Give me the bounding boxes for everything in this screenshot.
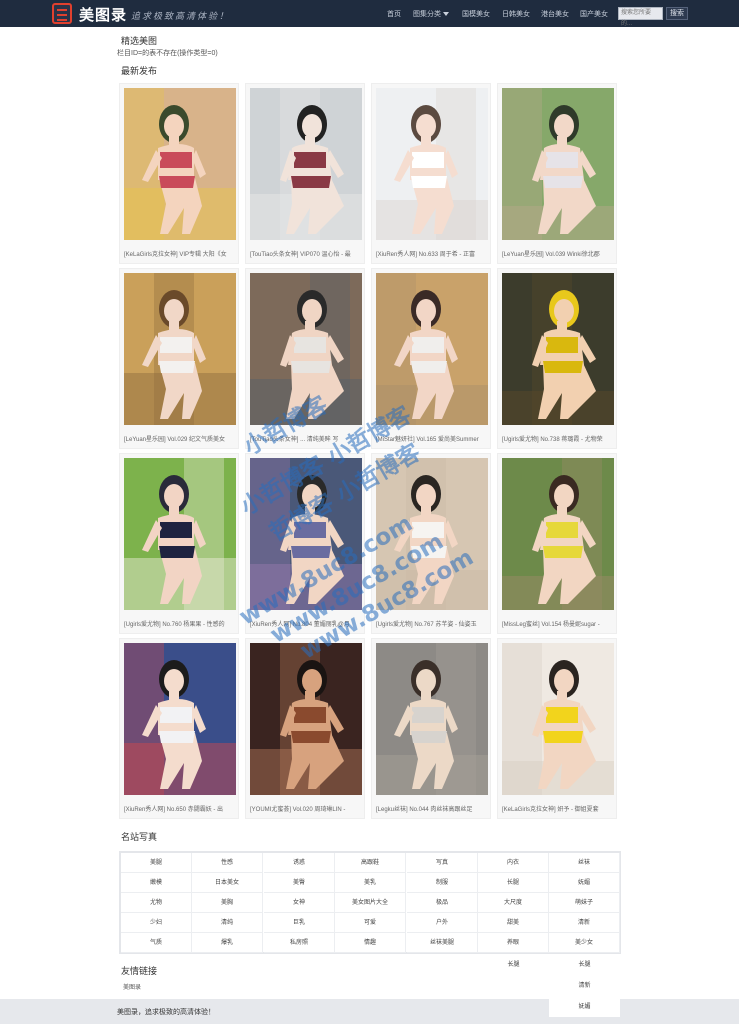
gallery-caption[interactable]: [Ugirls爱尤物] No.738 蒋璐霞 - 尤物荣 [502, 434, 614, 443]
tag-link[interactable]: 户外 [407, 913, 478, 933]
nav-home[interactable]: 首页 [387, 9, 401, 19]
tag-link[interactable]: 清新 [549, 913, 620, 933]
tag-link[interactable]: 清新 [549, 976, 620, 996]
gallery-card[interactable]: [YOUMI尤蜜荟] Vol.020 周琦琳LIN - [245, 638, 365, 819]
nav-japan-korea[interactable]: 日韩美女 [502, 9, 530, 19]
nav-hk-taiwan[interactable]: 港台美女 [541, 9, 569, 19]
search-button[interactable]: 搜索 [666, 7, 688, 20]
top-navbar: 美图录 追求极致高清体验！ 首页 图集分类 国模美女 日韩美女 港台美女 国产美… [0, 0, 739, 27]
tag-link[interactable]: 美少女 [549, 933, 620, 953]
gallery-card[interactable]: [TouTiao头条女神] VIP070 温心怡 - 最 [245, 83, 365, 264]
tag-link[interactable]: 内衣 [478, 853, 549, 873]
site-name[interactable]: 美图录 [79, 4, 127, 25]
tag-link[interactable]: 长腿 [549, 955, 620, 975]
tag-link[interactable]: 美乳 [335, 873, 406, 893]
gallery-card[interactable]: [MissLeg蜜丝] Vol.154 杨曼妮sugar - [497, 453, 617, 634]
tag-link[interactable]: 性感 [192, 853, 263, 873]
gallery-card[interactable]: [XiuRen秀人网] No.633 周于希 - 正富 [371, 83, 491, 264]
tag-link[interactable]: 美胸 [192, 893, 263, 913]
gallery-caption[interactable]: [TouTiao头条女神] VIP070 温心怡 - 最 [250, 249, 362, 258]
tag-link[interactable]: 妩媚 [549, 997, 620, 1017]
tag-link[interactable]: 写真 [407, 853, 478, 873]
tag-link[interactable]: 丝袜 [549, 853, 620, 873]
tag-link[interactable]: 日本美女 [192, 873, 263, 893]
tag-link[interactable]: 萌妹子 [549, 893, 620, 913]
gallery-thumbnail[interactable] [124, 88, 236, 240]
gallery-thumbnail[interactable] [502, 458, 614, 610]
gallery-caption[interactable]: [XiuRen秀人网] No.633 周于希 - 正富 [376, 249, 488, 258]
gallery-card[interactable]: [LeYuan星乐园] Vol.039 Winki徐北郡 [497, 83, 617, 264]
tag-link[interactable]: 可爱 [335, 913, 406, 933]
gallery-thumbnail[interactable] [502, 273, 614, 425]
gallery-caption[interactable]: [MissLeg蜜丝] Vol.154 杨曼妮sugar - [502, 619, 614, 628]
tag-link[interactable]: 情趣 [335, 933, 406, 953]
tag-link[interactable]: 爆乳 [192, 933, 263, 953]
tag-link[interactable]: 高跟鞋 [335, 853, 406, 873]
gallery-card[interactable]: [Ugirls爱尤物] No.760 杨果果 - 性感的 [119, 453, 239, 634]
gallery-caption[interactable]: [LeYuan星乐园] Vol.029 纪文气质美女 [124, 434, 236, 443]
tag-link[interactable]: 气质 [121, 933, 192, 953]
gallery-thumbnail[interactable] [376, 88, 488, 240]
gallery-card[interactable]: [Ugirls爱尤物] No.738 蒋璐霞 - 尤物荣 [497, 268, 617, 449]
tag-link[interactable]: 女神 [264, 893, 335, 913]
gallery-thumbnail[interactable] [250, 88, 362, 240]
gallery-thumbnail[interactable] [250, 643, 362, 795]
gallery-caption[interactable]: [LeYuan星乐园] Vol.039 Winki徐北郡 [502, 249, 614, 258]
friends-title: 友情链接 [121, 966, 158, 976]
gallery-thumbnail[interactable] [124, 643, 236, 795]
tag-link[interactable]: 嫩模 [121, 873, 192, 893]
gallery-caption[interactable]: [Legku丝袜] No.044 肉丝袜高跟丝足 [376, 804, 488, 813]
tag-link[interactable]: 清纯 [192, 913, 263, 933]
latest-title: 最新发布 [121, 66, 158, 76]
gallery-card[interactable]: [Legku丝袜] No.044 肉丝袜高跟丝足 [371, 638, 491, 819]
gallery-card[interactable]: [XiuRen秀人网] No.650 赤闘霸妖 - 出 [119, 638, 239, 819]
tag-link[interactable]: 妩媚 [549, 873, 620, 893]
tag-link[interactable]: 长腿 [478, 955, 549, 975]
gallery-caption[interactable]: [XiuRen秀人网] No.650 赤闘霸妖 - 出 [124, 804, 236, 813]
tag-link[interactable]: 甜美 [478, 913, 549, 933]
tag-link[interactable]: 制服 [407, 873, 478, 893]
sites-title: 名站写真 [121, 832, 158, 842]
gallery-thumbnail[interactable] [124, 273, 236, 425]
gallery-caption[interactable]: [KeLaGirls克拉女神] 妍予 - 御姐夏套 [502, 804, 614, 813]
tag-link[interactable]: 美女图片大全 [335, 893, 406, 913]
gallery-card[interactable]: [KeLaGirls克拉女神] VIP专辑 大阳《女 [119, 83, 239, 264]
gallery-thumbnail[interactable] [124, 458, 236, 610]
gallery-thumbnail[interactable] [502, 643, 614, 795]
search-input[interactable]: 搜索您所要的... [618, 7, 663, 27]
tag-link[interactable]: 尤物 [121, 893, 192, 913]
logo-icon[interactable] [52, 3, 72, 24]
footer-text: 美图录，追求极致的高清体验！ [117, 1009, 215, 1016]
tag-link[interactable]: 美臀 [264, 873, 335, 893]
friend-link[interactable]: 美图录 [123, 982, 141, 991]
nav-domestic[interactable]: 国产美女 [580, 9, 608, 19]
gallery-card[interactable]: [LeYuan星乐园] Vol.029 纪文气质美女 [119, 268, 239, 449]
gallery-caption[interactable]: [YOUMI尤蜜荟] Vol.020 周琦琳LIN - [250, 804, 362, 813]
tag-link[interactable]: 诱惑 [264, 853, 335, 873]
tag-link[interactable]: 长腿 [478, 873, 549, 893]
tag-link[interactable]: 私房照 [264, 933, 335, 953]
gallery-caption[interactable]: [KeLaGirls克拉女神] VIP专辑 大阳《女 [124, 249, 236, 258]
gallery-caption[interactable]: [Ugirls爱尤物] No.760 杨果果 - 性感的 [124, 619, 236, 628]
gallery-caption[interactable]: [Ugirls爱尤物] No.767 苏芊姿 - 仙姿玉 [376, 619, 488, 628]
gallery-thumbnail[interactable] [502, 88, 614, 240]
tag-link[interactable]: 大尺度 [478, 893, 549, 913]
nav-chinese-models[interactable]: 国模美女 [462, 9, 490, 19]
gallery-thumbnail[interactable] [376, 643, 488, 795]
tag-link[interactable]: 巨乳 [264, 913, 335, 933]
error-notice: 栏目ID=的表不存在(操作类型=0) [117, 50, 218, 57]
tag-cloud: 美腿 性感 诱惑 高跟鞋 写真 内衣 丝袜嫩模 日本美女 美臀 美乳 制服 长腿 妩媚尤物 美胸 女神 美女图… [119, 851, 621, 954]
tag-link[interactable]: 丝袜美腿 [407, 933, 478, 953]
tag-link[interactable]: 极品 [407, 893, 478, 913]
tag-link[interactable]: 少妇 [121, 913, 192, 933]
tag-link[interactable]: 美腿 [121, 853, 192, 873]
gallery-card[interactable]: [KeLaGirls克拉女神] 妍予 - 御姐夏套 [497, 638, 617, 819]
featured-title: 精选美图 [121, 36, 158, 46]
site-slogan: 追求极致高清体验！ [131, 11, 231, 21]
nav-categories-dropdown[interactable]: 图集分类 [413, 9, 449, 19]
tag-link[interactable]: 养眼 [478, 933, 549, 953]
footer: 美图录，追求极致的高清体验！ [0, 999, 739, 1024]
